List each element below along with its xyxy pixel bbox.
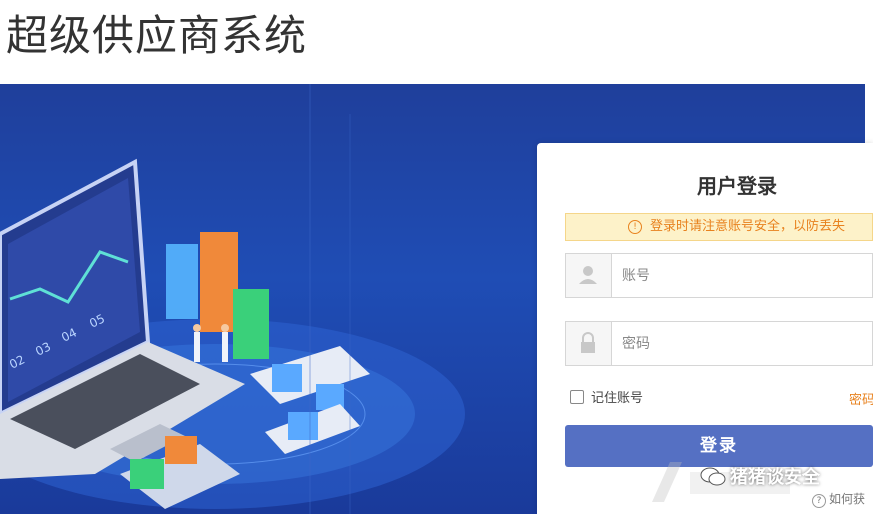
login-button[interactable]: 登录 [565,425,873,467]
notice-text: 登录时请注意账号安全，以防丢失 [650,219,846,234]
brand-text: 猪猪谈安全 [730,467,820,488]
username-input[interactable] [620,264,864,288]
password-input[interactable] [620,332,864,356]
help-icon: ? [812,494,826,508]
warning-icon: ! [628,219,642,234]
wechat-icon [700,467,726,492]
remember-account[interactable]: 记住账号 [570,387,643,406]
hero-illustration: 02 03 04 05 [0,84,465,514]
brand-watermark: 猪猪谈安全 [700,463,820,492]
help-link[interactable]: ? 如何获 [812,490,873,508]
login-title: 用户登录 [697,174,777,198]
forgot-password-link[interactable]: 密码 [849,389,873,408]
security-notice: ! 登录时请注意账号安全，以防丢失 [565,213,873,241]
help-text: 如何获 [829,492,866,506]
remember-label: 记住账号 [591,391,644,406]
remember-checkbox[interactable] [570,390,584,404]
user-icon [566,254,612,297]
lock-icon [566,322,612,365]
username-field [565,253,873,298]
page-title: 超级供应商系统 [6,11,308,60]
password-field [565,321,873,366]
